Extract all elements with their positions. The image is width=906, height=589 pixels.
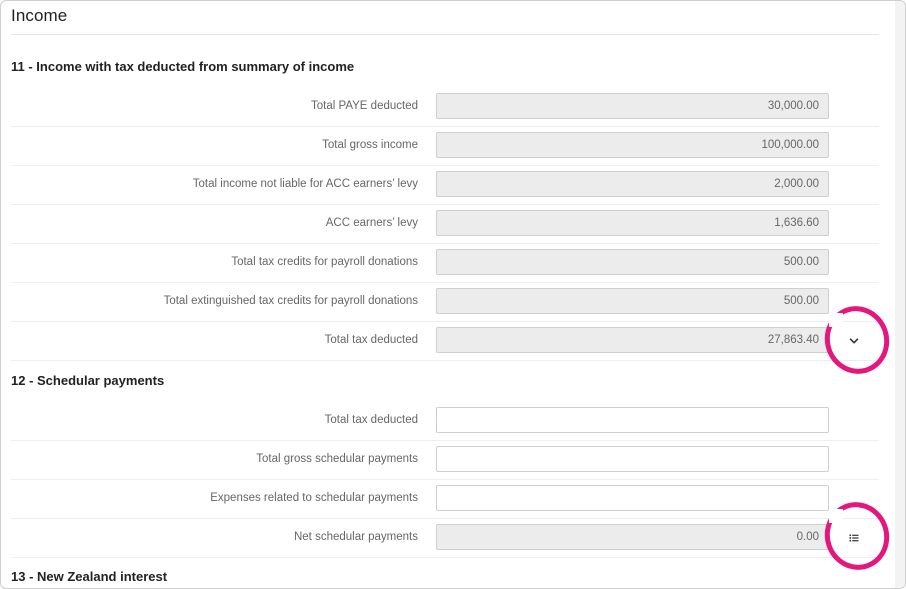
row-total-tax-deducted: Total tax deducted 27,863.40	[11, 321, 879, 361]
field-label: Total PAYE deducted	[311, 100, 418, 112]
field-label: Total tax deducted	[324, 414, 418, 426]
row-schedular-total-tax-deducted: Total tax deducted	[11, 401, 879, 441]
field-label: ACC earners’ levy	[325, 217, 418, 229]
total-gross-schedular-payments-input[interactable]	[436, 446, 829, 472]
field-label: Total income not liable for ACC earners’…	[192, 178, 418, 190]
row-net-schedular-payments: Net schedular payments 0.00	[11, 518, 879, 558]
income-panel: Income 11 - Income with tax deducted fro…	[0, 0, 906, 589]
expand-button[interactable]	[837, 327, 871, 355]
row-total-paye-deducted: Total PAYE deducted 30,000.00	[11, 87, 879, 127]
tax-credits-payroll-donations-field[interactable]: 500.00	[436, 249, 829, 275]
acc-earners-levy-field[interactable]: 1,636.60	[436, 210, 829, 236]
field-label: Total tax credits for payroll donations	[231, 256, 418, 268]
field-label: Total gross income	[322, 139, 418, 151]
row-income-not-liable-acc: Total income not liable for ACC earners’…	[11, 165, 879, 205]
total-paye-deducted-field[interactable]: 30,000.00	[436, 93, 829, 119]
row-total-gross-schedular-payments: Total gross schedular payments	[11, 440, 879, 480]
expenses-schedular-payments-input[interactable]	[436, 485, 829, 511]
list-icon	[849, 534, 859, 542]
schedular-total-tax-deducted-input[interactable]	[436, 407, 829, 433]
net-schedular-payments-field[interactable]: 0.00	[436, 524, 829, 550]
field-label: Net schedular payments	[293, 531, 418, 543]
chevron-down-icon	[849, 338, 859, 344]
section-heading-11: 11 - Income with tax deducted from summa…	[11, 59, 355, 74]
scrollbar[interactable]	[895, 1, 905, 588]
section-heading-13: 13 - New Zealand interest	[11, 569, 168, 584]
page-title: Income	[11, 6, 68, 25]
total-tax-deducted-field[interactable]: 27,863.40	[436, 327, 829, 353]
row-extinguished-tax-credits: Total extinguished tax credits for payro…	[11, 282, 879, 322]
field-label: Total gross schedular payments	[256, 453, 418, 465]
section-heading-12: 12 - Schedular payments	[11, 373, 165, 388]
row-acc-earners-levy: ACC earners’ levy 1,636.60	[11, 204, 879, 244]
details-button[interactable]	[837, 524, 871, 552]
field-label: Expenses related to schedular payments	[210, 492, 418, 504]
title-divider	[11, 34, 879, 35]
income-not-liable-acc-field[interactable]: 2,000.00	[436, 171, 829, 197]
row-tax-credits-payroll-donations: Total tax credits for payroll donations …	[11, 243, 879, 283]
field-label: Total tax deducted	[324, 334, 418, 346]
field-label: Total extinguished tax credits for payro…	[163, 295, 418, 307]
extinguished-tax-credits-field[interactable]: 500.00	[436, 288, 829, 314]
row-total-gross-income: Total gross income 100,000.00	[11, 126, 879, 166]
row-expenses-schedular-payments: Expenses related to schedular payments	[11, 479, 879, 519]
total-gross-income-field[interactable]: 100,000.00	[436, 132, 829, 158]
